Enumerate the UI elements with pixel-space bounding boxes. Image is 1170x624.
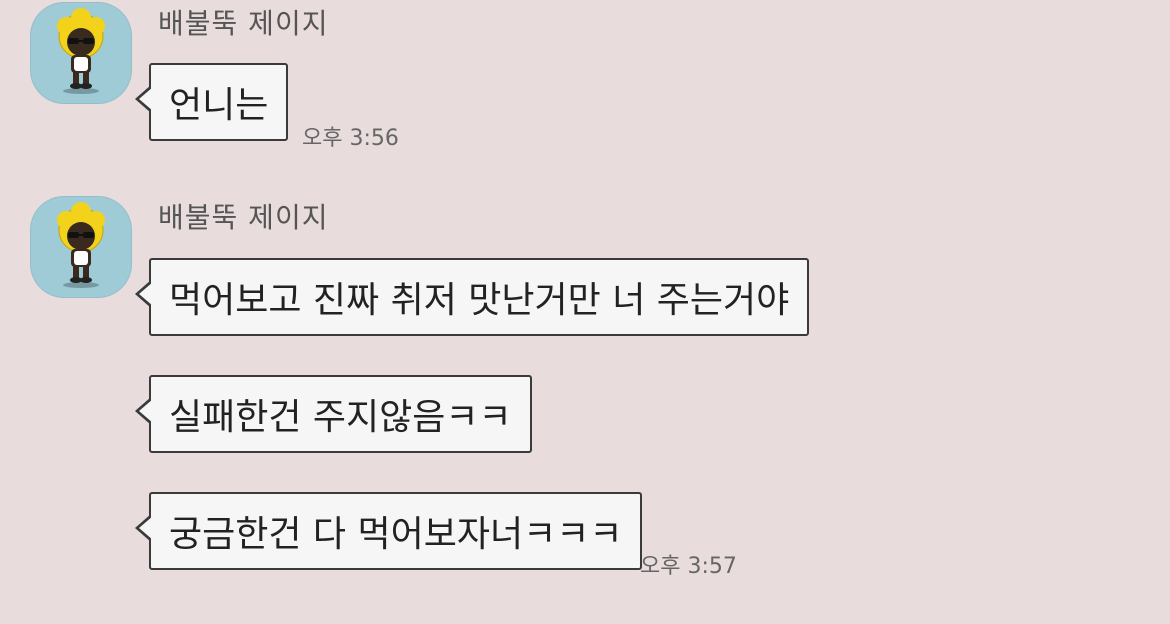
message-text: 먹어보고 진짜 취저 맛난거만 너 주는거야 — [169, 280, 790, 321]
message-text: 언니는 — [169, 85, 269, 126]
message-bubble[interactable]: 실패한건 주지않음ㅋㅋ — [135, 375, 532, 453]
sender-avatar[interactable] — [30, 196, 132, 298]
sender-name: 배불뚝 제이지 — [158, 201, 329, 234]
message-timestamp: 오후 3:57 — [640, 554, 737, 579]
sender-avatar[interactable] — [30, 2, 132, 104]
message-text: 궁금한건 다 먹어보자너ㅋㅋㅋ — [169, 514, 623, 555]
sender-name: 배불뚝 제이지 — [158, 7, 329, 40]
character-avatar-icon — [57, 8, 105, 94]
message-bubble[interactable]: 궁금한건 다 먹어보자너ㅋㅋㅋ — [134, 492, 643, 570]
message-bubble[interactable]: 먹어보고 진짜 취저 맛난거만 너 주는거야 — [134, 258, 810, 336]
message-timestamp: 오후 3:56 — [302, 126, 399, 151]
message-bubble[interactable]: 언니는 — [134, 63, 289, 141]
message-text: 실패한건 주지않음ㅋㅋ — [169, 397, 512, 438]
character-avatar-icon — [57, 202, 105, 288]
